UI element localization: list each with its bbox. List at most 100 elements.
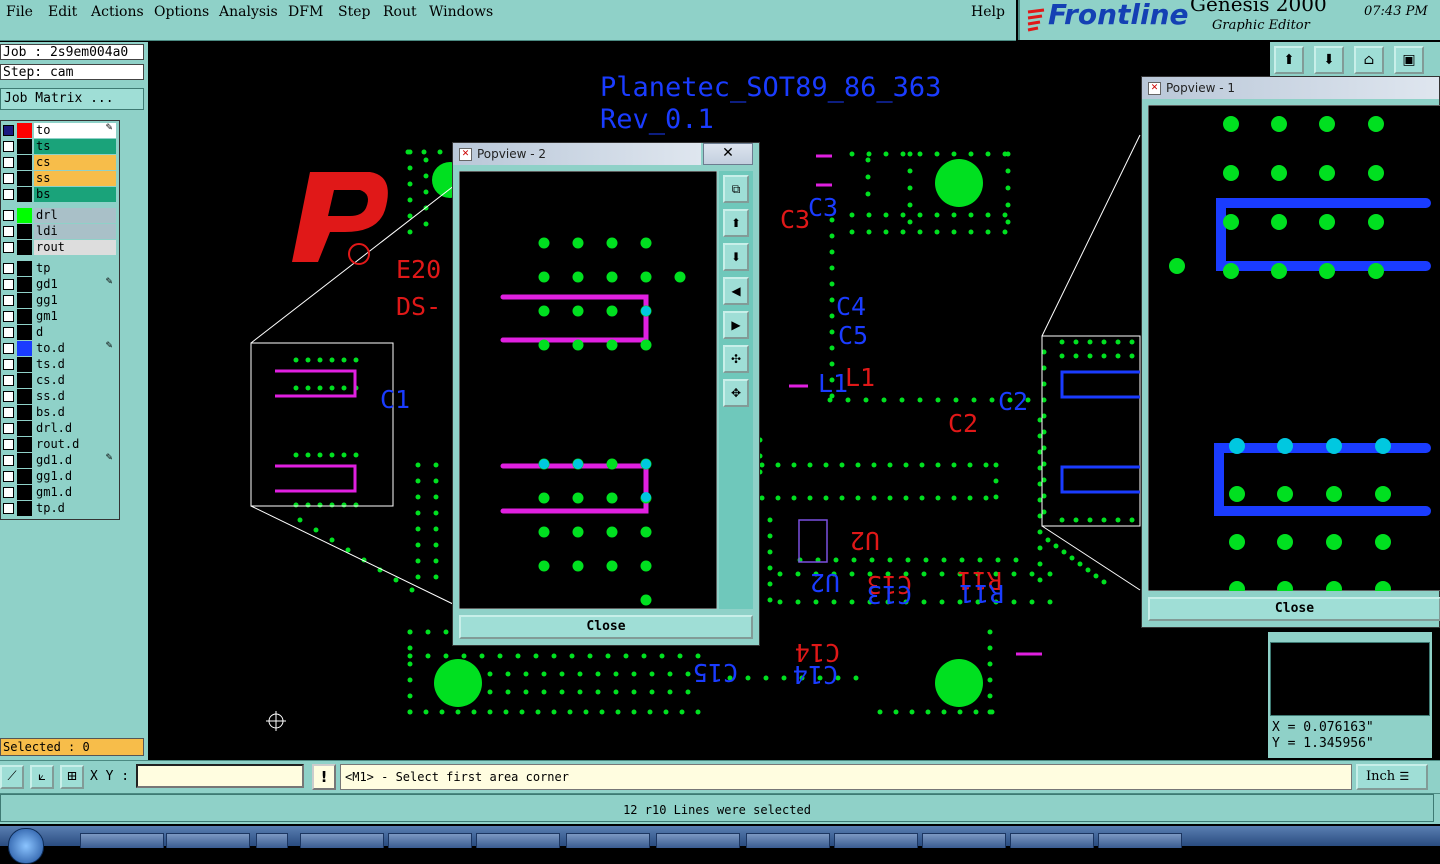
layer-color-swatch[interactable] <box>17 325 32 340</box>
layer-color-swatch[interactable] <box>17 123 32 138</box>
layer-checkbox[interactable] <box>3 391 14 402</box>
layer-checkbox[interactable] <box>3 423 14 434</box>
layer-row-rout[interactable]: rout <box>1 240 117 255</box>
layer-row-ldi[interactable]: ldi <box>1 224 117 239</box>
layer-row-gg1[interactable]: gg1 <box>1 293 117 308</box>
layer-checkbox[interactable] <box>3 141 14 152</box>
layer-checkbox[interactable] <box>3 125 14 136</box>
overview-map[interactable] <box>1270 642 1430 716</box>
layer-row-drl[interactable]: drl <box>1 208 117 223</box>
menu-windows[interactable]: Windows <box>429 4 493 20</box>
layer-checkbox[interactable] <box>3 359 14 370</box>
layer-color-swatch[interactable] <box>17 501 32 516</box>
zoom-fit-icon[interactable]: ⧉ <box>723 175 749 203</box>
layer-checkbox[interactable] <box>3 263 14 274</box>
layer-checkbox[interactable] <box>3 210 14 221</box>
layer-checkbox[interactable] <box>3 279 14 290</box>
popview-2-title[interactable]: Popview - 2 <box>453 143 701 165</box>
zoom-extent-icon[interactable]: ✥ <box>723 379 749 407</box>
menu-analysis[interactable]: Analysis <box>219 4 278 20</box>
layer-row-ss[interactable]: ss <box>1 171 117 186</box>
menu-options[interactable]: Options <box>154 4 209 20</box>
layer-checkbox[interactable] <box>3 375 14 386</box>
measure-tool-icon[interactable]: ⟀ <box>30 765 54 789</box>
menu-rout[interactable]: Rout <box>383 4 417 20</box>
popview-1-canvas[interactable] <box>1148 105 1440 591</box>
layer-color-swatch[interactable] <box>17 187 32 202</box>
layer-row-gg1-d[interactable]: gg1.d <box>1 469 117 484</box>
layer-row-tp-d[interactable]: tp.d <box>1 501 117 516</box>
layer-color-swatch[interactable] <box>17 405 32 420</box>
menu-edit[interactable]: Edit <box>48 4 77 20</box>
layer-checkbox[interactable] <box>3 242 14 253</box>
layer-row-tp[interactable]: tp <box>1 261 117 276</box>
zoom-area-icon[interactable]: ✣ <box>723 345 749 373</box>
pan-right-icon[interactable]: ▶ <box>723 311 749 339</box>
layer-color-swatch[interactable] <box>17 208 32 223</box>
zoom-out-icon[interactable]: ⬇ <box>723 243 749 271</box>
layer-checkbox[interactable] <box>3 439 14 450</box>
layer-color-swatch[interactable] <box>17 293 32 308</box>
close-icon[interactable]: ✕ <box>703 143 753 165</box>
layer-color-swatch[interactable] <box>17 155 32 170</box>
layer-checkbox[interactable] <box>3 157 14 168</box>
popview-1-close-button[interactable]: Close <box>1148 597 1440 621</box>
layer-row-to-d[interactable]: to.d ✎ <box>1 341 117 356</box>
layer-color-swatch[interactable] <box>17 437 32 452</box>
grid-tool-icon[interactable]: ⊞ <box>60 765 84 789</box>
layer-color-swatch[interactable] <box>17 277 32 292</box>
pan-left-icon[interactable]: ◀ <box>723 277 749 305</box>
menu-help[interactable]: Help <box>971 4 1005 20</box>
menu-file[interactable]: File <box>6 4 33 20</box>
layer-checkbox[interactable] <box>3 226 14 237</box>
layer-row-bs-d[interactable]: bs.d <box>1 405 117 420</box>
layer-row-drl-d[interactable]: drl.d <box>1 421 117 436</box>
units-selector[interactable]: Inch ☰ <box>1356 764 1428 790</box>
layer-row-gm1[interactable]: gm1 <box>1 309 117 324</box>
layer-color-swatch[interactable] <box>17 389 32 404</box>
layer-checkbox[interactable] <box>3 343 14 354</box>
layer-row-cs-d[interactable]: cs.d <box>1 373 117 388</box>
menu-step[interactable]: Step <box>338 4 370 20</box>
layer-color-swatch[interactable] <box>17 261 32 276</box>
layer-color-swatch[interactable] <box>17 240 32 255</box>
layer-row-bs[interactable]: bs <box>1 187 117 202</box>
layer-color-swatch[interactable] <box>17 357 32 372</box>
layer-checkbox[interactable] <box>3 327 14 338</box>
zoom-in-icon[interactable]: ⬆ <box>1274 46 1304 74</box>
layer-color-swatch[interactable] <box>17 224 32 239</box>
layer-row-gd1[interactable]: gd1 ✎ <box>1 277 117 292</box>
layer-color-swatch[interactable] <box>17 309 32 324</box>
layer-row-d[interactable]: d <box>1 325 117 340</box>
layer-color-swatch[interactable] <box>17 485 32 500</box>
layer-checkbox[interactable] <box>3 311 14 322</box>
layer-checkbox[interactable] <box>3 173 14 184</box>
layer-row-ts[interactable]: ts <box>1 139 117 154</box>
layer-color-swatch[interactable] <box>17 373 32 388</box>
layer-color-swatch[interactable] <box>17 171 32 186</box>
job-matrix-button[interactable]: Job Matrix ... <box>0 88 144 110</box>
layer-row-ss-d[interactable]: ss.d <box>1 389 117 404</box>
popview-1-title[interactable]: Popview - 1 <box>1142 77 1439 99</box>
layer-checkbox[interactable] <box>3 503 14 514</box>
layer-checkbox[interactable] <box>3 295 14 306</box>
layer-row-cs[interactable]: cs <box>1 155 117 170</box>
menu-dfm[interactable]: DFM <box>288 4 323 20</box>
zoom-out-icon[interactable]: ⬇ <box>1314 46 1344 74</box>
layer-color-swatch[interactable] <box>17 341 32 356</box>
layer-color-swatch[interactable] <box>17 139 32 154</box>
layer-color-swatch[interactable] <box>17 469 32 484</box>
line-tool-icon[interactable]: ⟋ <box>0 765 24 789</box>
popview-2-close-button[interactable]: Close <box>459 615 753 639</box>
home-icon[interactable]: ⌂ <box>1354 46 1384 74</box>
xy-input[interactable] <box>136 764 304 788</box>
start-button-icon[interactable] <box>8 828 44 864</box>
layer-row-ts-d[interactable]: ts.d <box>1 357 117 372</box>
layer-row-gm1-d[interactable]: gm1.d <box>1 485 117 500</box>
layer-row-rout-d[interactable]: rout.d <box>1 437 117 452</box>
layer-checkbox[interactable] <box>3 455 14 466</box>
layer-checkbox[interactable] <box>3 471 14 482</box>
layer-row-to[interactable]: to ✎ <box>1 123 117 138</box>
layer-color-swatch[interactable] <box>17 453 32 468</box>
layer-row-gd1-d[interactable]: gd1.d ✎ <box>1 453 117 468</box>
